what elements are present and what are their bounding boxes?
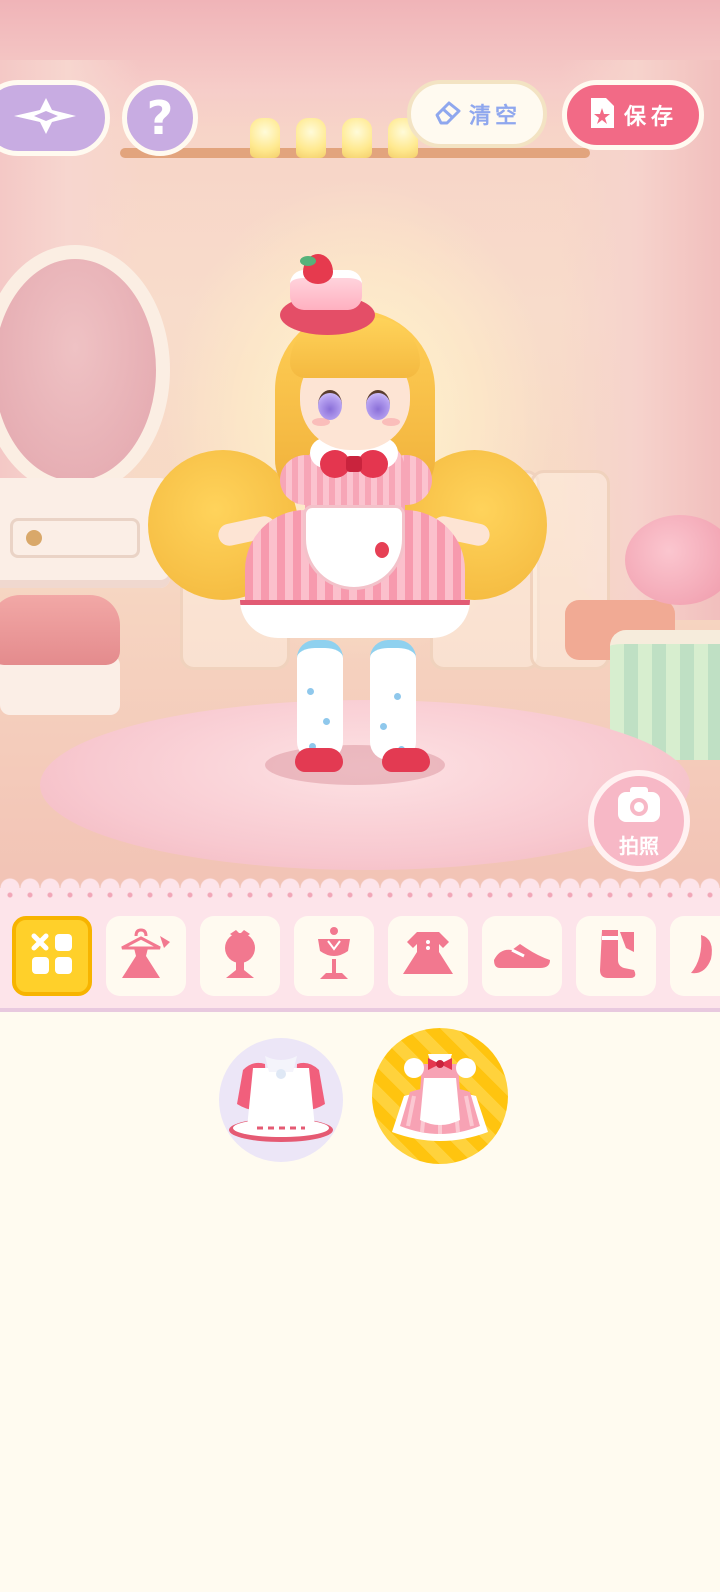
clear-button[interactable]: 清空 xyxy=(407,80,547,148)
help-button[interactable]: ? xyxy=(122,80,198,156)
head-bow-icon xyxy=(214,926,266,986)
help-label: ? xyxy=(146,91,174,145)
item-white-apron-dress[interactable] xyxy=(219,1038,343,1162)
socks-icon xyxy=(590,926,642,986)
leg-left xyxy=(297,640,343,760)
apron-strawberry xyxy=(375,542,389,558)
leg-right xyxy=(370,640,416,760)
clear-label: 清空 xyxy=(468,104,521,129)
shoe-left xyxy=(295,748,343,772)
photo-button[interactable]: 拍照 xyxy=(588,770,690,872)
shoe-icon xyxy=(490,934,554,978)
cheek-right xyxy=(382,418,400,426)
tab-socks[interactable] xyxy=(576,916,656,996)
strawberry-leaf xyxy=(300,256,316,266)
compass-star-icon xyxy=(10,96,80,140)
tab-dress[interactable] xyxy=(388,916,468,996)
save-label: 保存 xyxy=(623,105,678,130)
tab-headwear[interactable] xyxy=(200,916,280,996)
bow-right-loop xyxy=(358,450,388,478)
skirt-frill xyxy=(240,600,470,638)
dress-hanger-icon xyxy=(116,926,176,986)
save-button[interactable]: 保存 xyxy=(562,80,704,150)
eye-right xyxy=(366,390,390,420)
tab-all[interactable] xyxy=(12,916,92,996)
grid-four-icon xyxy=(28,930,76,982)
save-file-icon xyxy=(588,96,616,134)
partial-icon xyxy=(675,929,715,983)
bow-knot xyxy=(346,456,362,472)
eraser-icon xyxy=(433,99,463,129)
item-strawberry-maid-dress[interactable] xyxy=(372,1028,508,1164)
apron-dress-thumbnail xyxy=(223,1048,339,1152)
item-panel xyxy=(0,1016,720,1592)
back-button[interactable] xyxy=(0,80,110,156)
shoe-right xyxy=(382,748,430,772)
eye-left xyxy=(318,390,342,420)
tab-more[interactable] xyxy=(670,916,720,996)
dress-icon xyxy=(399,928,457,984)
tab-shoes[interactable] xyxy=(482,916,562,996)
photo-label: 拍照 xyxy=(619,833,659,858)
camera-icon xyxy=(614,784,664,828)
tab-outfit-set[interactable] xyxy=(106,916,186,996)
tab-tops[interactable] xyxy=(294,916,374,996)
top-mannequin-icon xyxy=(308,925,360,987)
cheek-left xyxy=(312,418,330,426)
maid-dress-thumbnail xyxy=(378,1034,502,1158)
